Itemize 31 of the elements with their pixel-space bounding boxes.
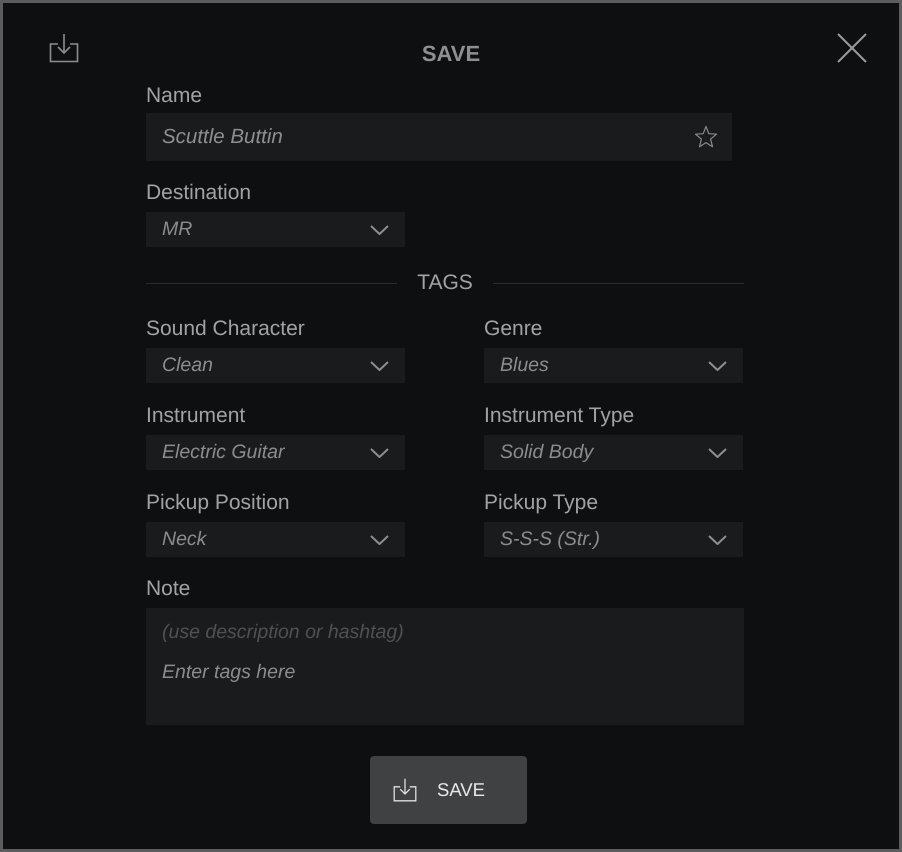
dropdown[interactable]: Solid Body [484, 435, 743, 470]
close-icon[interactable] [837, 33, 867, 63]
chevron-icon [370, 448, 389, 458]
dropdown[interactable]: Electric Guitar [146, 435, 405, 470]
star-icon[interactable] [694, 125, 718, 149]
chevron-icon [708, 360, 727, 370]
chevron-icon [370, 360, 389, 370]
section-heading: TAGS [417, 271, 473, 295]
field-label: Instrument Type [484, 404, 634, 428]
chevron-icon [370, 534, 389, 544]
field-label: Pickup Position [146, 491, 290, 515]
field-label: Genre [484, 317, 542, 341]
chevron-icon [370, 224, 389, 234]
dropdown[interactable]: Blues [484, 348, 743, 383]
dropdown[interactable]: Clean [146, 348, 405, 383]
save-button[interactable]: SAVE [370, 756, 527, 824]
field-label: Pickup Type [484, 491, 598, 515]
name-field[interactable]: Scuttle Buttin [146, 113, 732, 161]
chevron-icon [708, 448, 727, 458]
download-icon [393, 778, 417, 802]
field-label: Note [146, 577, 190, 601]
chevron-icon [708, 534, 727, 544]
field-label: Sound Character [146, 317, 305, 341]
field-label: Instrument [146, 404, 246, 428]
dropdown[interactable]: S-S-S (Str.) [484, 522, 743, 557]
field-label: Destination [146, 181, 252, 205]
dialog-title: SAVE [422, 41, 480, 67]
dropdown[interactable]: Neck [146, 522, 405, 557]
download-icon[interactable] [49, 33, 79, 63]
dropdown[interactable]: MR [146, 212, 405, 247]
field-label: Name [146, 84, 202, 108]
